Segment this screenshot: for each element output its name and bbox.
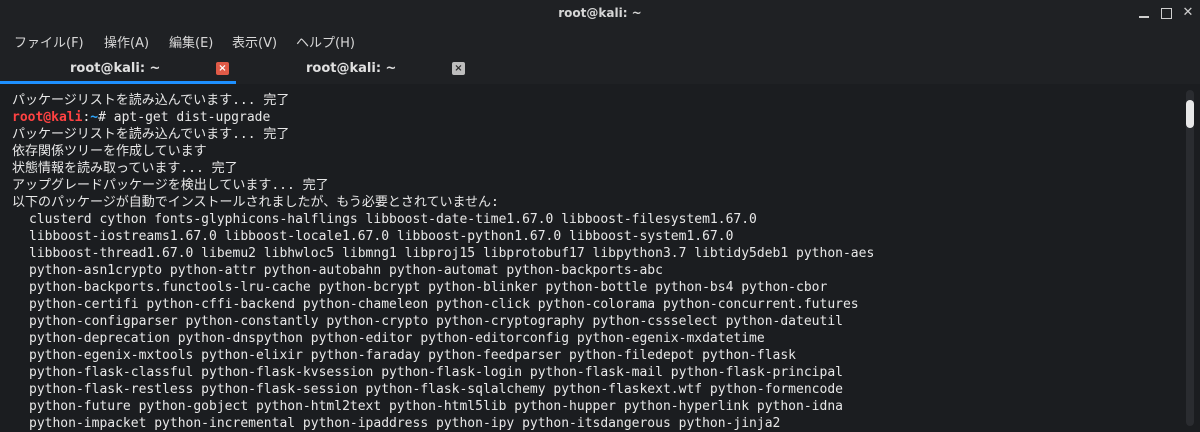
close-icon[interactable]: ✕ [1177,3,1199,23]
terminal-output: パッケージリストを読み込んでいます... 完了 root@kali:~# apt… [12,92,1172,432]
window-titlebar: root@kali: ~ ✕ [0,0,1200,26]
package-line: python-asn1crypto python-attr python-aut… [29,263,663,278]
package-line: python-flask-classful python-flask-kvses… [29,365,843,380]
package-line: python-backports.functools-lru-cache pyt… [29,280,828,295]
prompt-command: apt-get dist-upgrade [113,110,271,125]
menu-help[interactable]: ヘルプ(H) [296,32,355,51]
package-line: libboost-iostreams1.67.0 libboost-locale… [29,229,734,244]
prompt-path: ~ [90,110,99,125]
minimize-icon[interactable] [1133,3,1155,23]
window-title: root@kali: ~ [558,6,642,20]
package-line: python-configparser python-constantly py… [29,314,843,329]
package-line: python-future python-gobject python-html… [29,399,843,414]
tab-label: root@kali: ~ [70,61,161,76]
tab-terminal-1[interactable]: root@kali: ~ × [0,54,236,84]
prompt-symbol: # [98,110,114,125]
scrollbar-thumb[interactable] [1186,100,1194,128]
terminal-line: パッケージリストを読み込んでいます... 完了 [12,127,290,142]
package-line: python-deprecation python-dnspython pyth… [29,331,765,346]
tab-close-icon[interactable]: × [452,62,465,75]
package-line: python-impacket python-incremental pytho… [29,416,781,431]
menu-file[interactable]: ファイル(F) [14,32,84,51]
tab-label: root@kali: ~ [306,61,397,76]
terminal-line: 依存関係ツリーを作成しています [12,144,207,159]
tab-close-icon[interactable]: × [216,62,229,75]
vertical-scrollbar[interactable] [1186,90,1194,426]
terminal-line: パッケージリストを読み込んでいます... 完了 [12,93,290,108]
tab-bar: root@kali: ~ × root@kali: ~ × [0,54,1200,84]
terminal-prompt-line: root@kali:~# apt-get dist-upgrade [12,109,1172,126]
package-line: libboost-thread1.67.0 libemu2 libhwloc5 … [29,246,875,261]
terminal-line: 以下のパッケージが自動でインストールされましたが、もう必要とされていません: [12,195,499,210]
menu-view[interactable]: 表示(V) [232,32,277,51]
package-line: python-egenix-mxtools python-elixir pyth… [29,348,797,363]
terminal-line: アップグレードパッケージを検出しています... 完了 [12,178,329,193]
tab-terminal-2[interactable]: root@kali: ~ × [236,54,472,84]
menu-edit[interactable]: 編集(E) [169,32,213,51]
package-line: clusterd cython fonts-glyphicons-halflin… [29,212,757,227]
prompt-user: root@kali [12,110,83,125]
maximize-icon[interactable] [1155,3,1177,23]
package-line: python-flask-restless python-flask-sessi… [29,382,843,397]
menubar: ファイル(F) 操作(A) 編集(E) 表示(V) ヘルプ(H) [0,26,1200,54]
terminal-view[interactable]: パッケージリストを読み込んでいます... 完了 root@kali:~# apt… [0,84,1200,432]
terminal-line: 状態情報を読み取っています... 完了 [12,161,238,176]
menu-action[interactable]: 操作(A) [104,32,149,51]
package-line: python-certifi python-cffi-backend pytho… [29,297,859,312]
